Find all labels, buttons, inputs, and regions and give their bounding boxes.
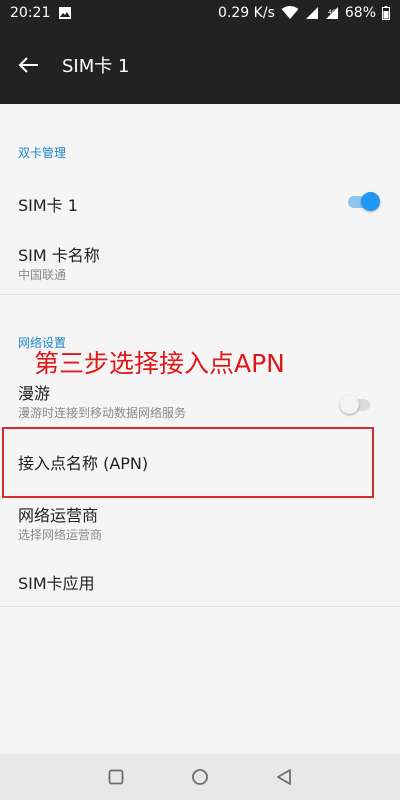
sim-name-label: SIM 卡名称 [18, 246, 100, 265]
roaming-switch[interactable] [340, 394, 374, 414]
battery-icon [382, 6, 390, 20]
battery-percent: 68% [344, 5, 376, 21]
page-title: SIM卡 1 [62, 56, 130, 77]
triangle-back-icon [277, 769, 291, 785]
sim1-switch[interactable] [346, 191, 380, 211]
back-button[interactable] [0, 37, 56, 93]
signal-icon [305, 6, 319, 20]
section-header-dual-sim: 双卡管理 [18, 146, 67, 160]
roaming-label: 漫游 [18, 384, 51, 403]
divider [0, 294, 400, 295]
square-icon [108, 769, 124, 785]
circle-icon [192, 769, 208, 785]
switch-thumb [340, 395, 359, 414]
image-icon [58, 6, 72, 20]
switch-thumb [361, 192, 380, 211]
signal-icon: 4G [325, 6, 339, 20]
sim1-label: SIM卡 1 [18, 196, 78, 215]
sim-apps-label: SIM卡应用 [18, 574, 95, 593]
apn-highlight-box [2, 427, 374, 498]
back-nav-button[interactable] [270, 763, 298, 791]
status-time: 20:21 [10, 5, 51, 21]
divider [0, 606, 400, 607]
tutorial-annotation: 第三步选择接入点APN [34, 349, 285, 378]
sim-name-value: 中国联通 [18, 268, 67, 282]
recents-button[interactable] [102, 763, 130, 791]
network-operator-row[interactable]: 网络运营商 选择网络运营商 [0, 494, 400, 554]
navigation-bar [0, 754, 400, 800]
sim-apps-row[interactable]: SIM卡应用 [0, 554, 400, 606]
network-speed: 0.29 K/s [218, 5, 275, 21]
network-operator-label: 网络运营商 [18, 506, 99, 525]
svg-text:4G: 4G [328, 9, 337, 16]
arrow-left-icon [18, 57, 38, 73]
status-bar: 20:21 0.29 K/s 4G 68% [0, 0, 400, 26]
roaming-desc: 漫游时连接到移动数据网络服务 [18, 406, 187, 420]
network-operator-desc: 选择网络运营商 [18, 528, 103, 542]
wifi-icon [281, 6, 299, 20]
app-bar: SIM卡 1 [0, 26, 400, 104]
sim-name-row[interactable]: SIM 卡名称 中国联通 [0, 230, 400, 294]
sim1-toggle-row[interactable]: SIM卡 1 [0, 174, 400, 230]
home-button[interactable] [186, 763, 214, 791]
